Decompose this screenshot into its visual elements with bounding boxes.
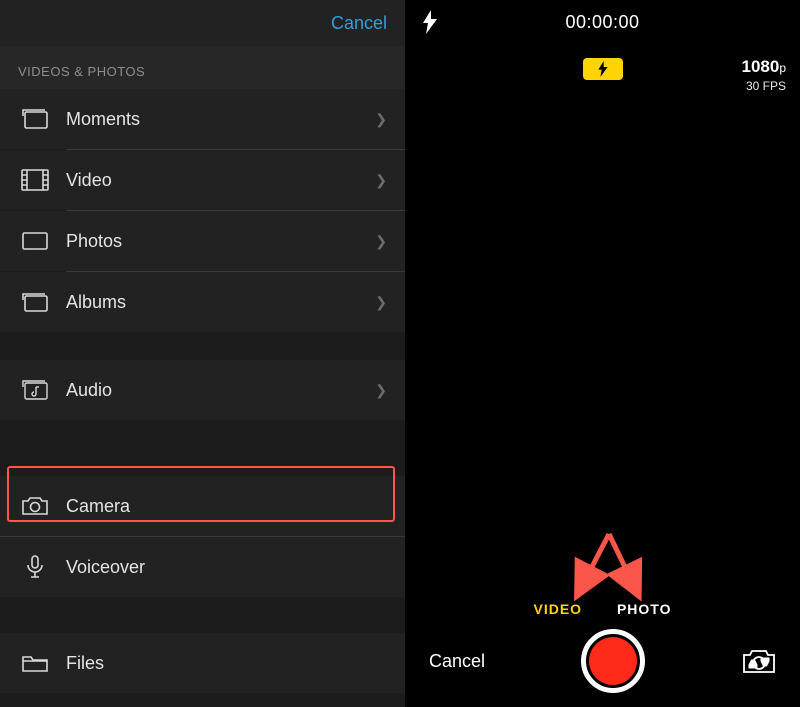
albums-icon	[18, 289, 52, 315]
menu-item-label: Video	[52, 170, 375, 191]
flash-on-badge	[583, 58, 623, 80]
menu-item-video[interactable]: Video ❯	[0, 150, 405, 210]
cancel-button[interactable]: Cancel	[331, 13, 387, 34]
resolution-value: 1080	[741, 57, 779, 76]
annotation-arrows	[569, 530, 649, 602]
mode-video[interactable]: VIDEO	[534, 601, 583, 617]
recording-timer: 00:00:00	[437, 12, 768, 33]
folder-icon	[18, 650, 52, 676]
capture-mode-selector[interactable]: VIDEO PHOTO	[405, 601, 800, 617]
photos-icon	[18, 228, 52, 254]
switch-camera-button[interactable]	[716, 647, 776, 675]
chevron-right-icon: ❯	[375, 294, 387, 311]
camera-screen: 00:00:00 1080p 30 FPS	[405, 0, 800, 707]
menu-item-moments[interactable]: Moments ❯	[0, 89, 405, 149]
menu-item-label: Audio	[52, 380, 375, 401]
camera-bottom-bar: Cancel	[405, 625, 800, 697]
record-button[interactable]	[581, 629, 645, 693]
record-button-inner	[589, 637, 637, 685]
menu-item-label: Voiceover	[52, 557, 387, 578]
camera-icon	[18, 493, 52, 519]
camera-cancel-button[interactable]: Cancel	[429, 651, 509, 672]
menu-item-audio[interactable]: Audio ❯	[0, 360, 405, 420]
menu-item-camera[interactable]: Camera	[0, 476, 405, 536]
chevron-right-icon: ❯	[375, 111, 387, 128]
spacer	[0, 332, 405, 360]
video-icon	[18, 167, 52, 193]
menu-item-label: Files	[52, 653, 387, 674]
resolution-toggle[interactable]: 1080p 30 FPS	[741, 58, 786, 95]
menu-item-albums[interactable]: Albums ❯	[0, 272, 405, 332]
media-picker-screen: Cancel VIDEOS & PHOTOS Moments ❯	[0, 0, 405, 707]
chevron-right-icon: ❯	[375, 172, 387, 189]
section-header: VIDEOS & PHOTOS	[0, 46, 405, 89]
chevron-right-icon: ❯	[375, 233, 387, 250]
mode-photo[interactable]: PHOTO	[617, 601, 672, 617]
menu-item-files[interactable]: Files	[0, 633, 405, 693]
menu-item-photos[interactable]: Photos ❯	[0, 211, 405, 271]
flash-toggle-icon[interactable]	[423, 10, 437, 34]
fps-value: 30	[746, 79, 759, 93]
audio-icon	[18, 377, 52, 403]
resolution-suffix: p	[779, 61, 786, 75]
menu-item-label: Moments	[52, 109, 375, 130]
chevron-right-icon: ❯	[375, 382, 387, 399]
topbar: Cancel	[0, 0, 405, 46]
menu-item-label: Photos	[52, 231, 375, 252]
spacer	[0, 597, 405, 633]
spacer	[0, 420, 405, 476]
camera-top-bar: 00:00:00	[405, 0, 800, 34]
menu-item-voiceover[interactable]: Voiceover	[0, 537, 405, 597]
fps-label: FPS	[763, 79, 786, 93]
menu-item-label: Albums	[52, 292, 375, 313]
moments-icon	[18, 106, 52, 132]
microphone-icon	[18, 554, 52, 580]
menu-item-label: Camera	[52, 496, 387, 517]
